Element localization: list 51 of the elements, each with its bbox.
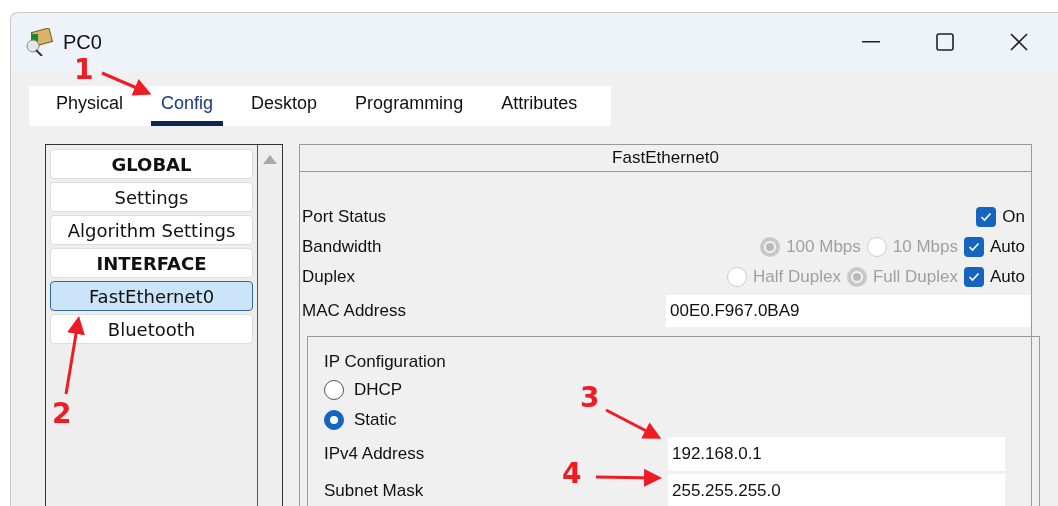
field-label: Subnet Mask xyxy=(324,479,425,502)
annotation-arrow xyxy=(595,468,662,487)
annotation-arrow xyxy=(605,408,662,439)
input-field[interactable]: 255.255.255.0 xyxy=(668,473,1005,506)
panel-title: FastEthernet0 xyxy=(300,145,1031,172)
annotation-arrow xyxy=(101,71,152,96)
check-icon xyxy=(968,272,980,282)
annotation-number: 3 xyxy=(580,384,600,412)
row-label: Port Status xyxy=(301,206,387,229)
checkbox[interactable] xyxy=(976,207,997,227)
tab[interactable]: Physical xyxy=(46,86,134,126)
annotation-number: 1 xyxy=(74,56,94,84)
sidebar-item[interactable]: Bluetooth xyxy=(50,314,253,344)
row-label: Duplex xyxy=(301,266,355,289)
mac-address-field[interactable]: 00E0.F967.0BA9 xyxy=(666,295,1031,327)
tab[interactable]: Programming xyxy=(345,86,474,126)
row-label: Bandwidth xyxy=(301,236,382,259)
option-label: 10 Mbps xyxy=(892,236,958,259)
pc-icon xyxy=(25,28,55,56)
sidebar-item[interactable]: INTERFACE xyxy=(50,248,253,278)
tab[interactable]: Attributes xyxy=(491,86,588,126)
option-label: Auto xyxy=(990,266,1025,289)
radio-button[interactable] xyxy=(324,409,344,430)
sidebar-item[interactable]: FastEthernet0 xyxy=(50,281,253,311)
sidebar-item[interactable]: Algorithm Settings xyxy=(50,215,253,245)
checkbox[interactable] xyxy=(964,237,984,257)
checkbox[interactable] xyxy=(964,267,984,287)
sidebar-item[interactable]: GLOBAL xyxy=(50,149,253,179)
option-label: On xyxy=(1002,206,1025,229)
field-label: IPv4 Address xyxy=(324,442,426,465)
radio-label: DHCP xyxy=(354,378,403,401)
input-field[interactable]: 192.168.0.1 xyxy=(668,436,1005,471)
annotation-number: 2 xyxy=(52,400,72,428)
tab[interactable]: Desktop xyxy=(241,86,328,126)
check-icon xyxy=(980,212,993,222)
sidebar-item[interactable]: Settings xyxy=(50,182,253,212)
radio-label: Static xyxy=(354,408,397,431)
maximize-icon[interactable] xyxy=(936,33,954,51)
window-title: PC0 xyxy=(63,30,102,55)
close-icon[interactable] xyxy=(1010,33,1028,51)
row-label: MAC Address xyxy=(301,300,407,323)
option-label: Full Duplex xyxy=(872,266,958,289)
minimize-icon[interactable] xyxy=(862,41,880,43)
option-label: 100 Mbps xyxy=(786,236,861,259)
check-icon xyxy=(968,242,980,252)
option-label: Auto xyxy=(990,236,1025,259)
option-label: Half Duplex xyxy=(753,266,841,289)
radio-button[interactable] xyxy=(324,379,344,400)
annotation-number: 4 xyxy=(562,460,582,488)
group-title: IP Configuration xyxy=(324,351,447,373)
tab[interactable]: Config xyxy=(151,86,224,126)
